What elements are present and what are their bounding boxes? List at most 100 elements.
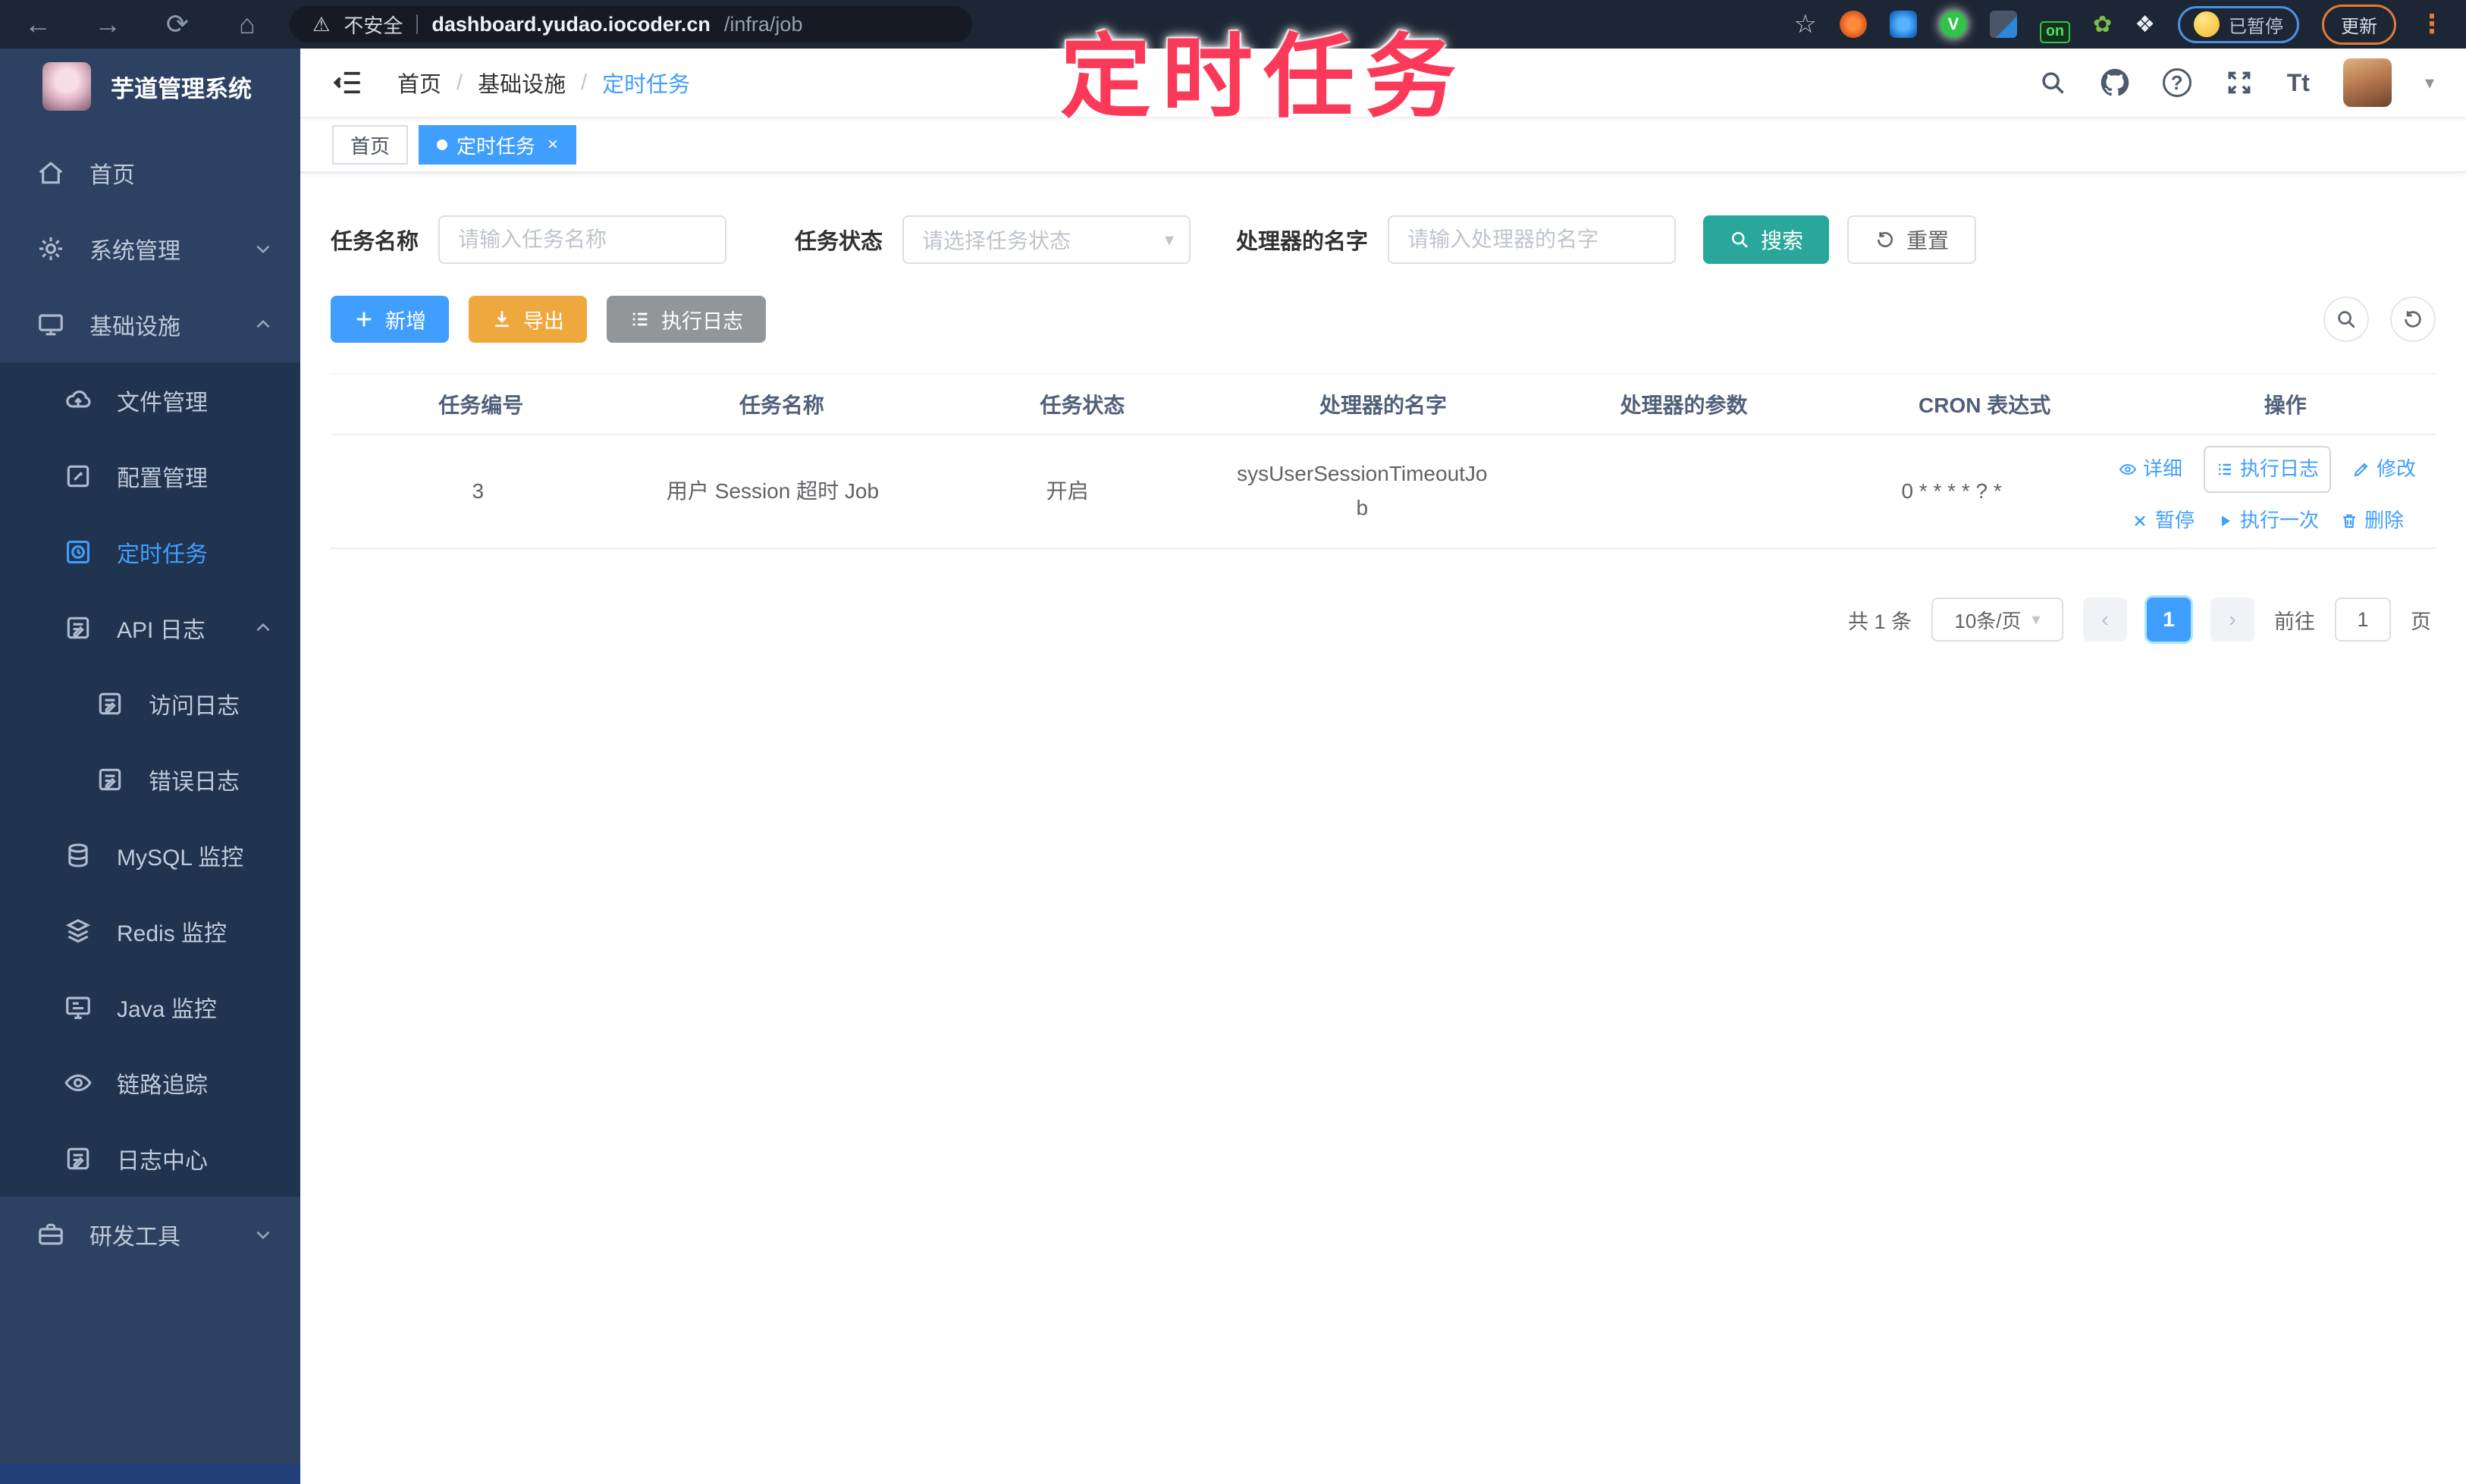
sidebar-item-redis[interactable]: Redis 监控 [0,893,300,969]
extension-grid-icon[interactable] [1989,11,2017,38]
paused-chip[interactable]: 已暂停 [2178,5,2299,43]
avatar-caret-down-icon[interactable]: ▾ [2425,72,2434,94]
search-icon[interactable] [2038,68,2067,97]
export-button[interactable]: 导出 [469,296,587,343]
github-icon[interactable] [2100,68,2129,97]
col-job-id: 任务编号 [438,394,524,417]
execution-log-button[interactable]: 执行日志 [607,296,766,343]
tag-home[interactable]: 首页 [332,125,409,165]
run-once-link[interactable]: 执行一次 [2216,505,2319,537]
browser-menu-kebab-icon[interactable]: ⋮ [2419,9,2445,39]
cell-handler-name: sysUserSessionTimeoutJob [1237,462,1488,519]
sidebar-item-java[interactable]: Java 监控 [0,969,300,1045]
toggle-search-button[interactable] [2323,296,2369,342]
sidebar-item-system[interactable]: 系统管理 [0,211,300,287]
active-tag-dot [437,140,448,150]
extension-orange-icon[interactable] [1839,11,1867,38]
log-edit-icon [64,1144,93,1173]
edit-link[interactable]: 修改 [2352,453,2416,485]
on-badge[interactable]: on [2039,20,2070,43]
cell-job-name: 用户 Session 超时 Job [666,478,880,503]
sidebar-item-error-log[interactable]: 错误日志 [0,742,300,817]
update-label: 更新 [2341,16,2377,37]
detail-link[interactable]: 详细 [2119,453,2182,485]
total-count: 共 1 条 [1847,610,1912,633]
browser-back-icon[interactable]: ← [21,8,55,40]
add-button[interactable]: 新增 [331,296,449,343]
job-name-input[interactable] [438,215,727,264]
log-edit-icon [96,765,124,794]
log-edit-icon [96,689,124,718]
search-button[interactable]: 搜索 [1703,215,1830,264]
tag-close-icon[interactable]: × [547,134,558,155]
extensions-puzzle-icon[interactable]: ❖ [2135,11,2155,38]
select-chevron-down-icon: ▾ [2031,610,2041,629]
browser-reload-icon[interactable]: ⟳ [161,8,194,40]
sidebar-item-dev-tools[interactable]: 研发工具 [0,1197,300,1272]
sidebar-item-access-log[interactable]: 访问日志 [0,666,300,742]
prev-page-button[interactable]: ‹ [2083,598,2127,642]
url-domain: dashboard.yudao.iocoder.cn [431,12,711,36]
log-edit-icon [64,613,93,642]
app-logo-row[interactable]: 芋道管理系统 [0,49,300,124]
handler-name-label: 处理器的名字 [1236,230,1369,254]
handler-name-input[interactable] [1388,215,1677,264]
cell-cron: 0 * * * * ? * [1901,478,2002,503]
breadcrumb-infra[interactable]: 基础设施 [478,67,566,99]
font-size-icon[interactable]: Tt [2287,69,2310,97]
sidebar-item-tracing[interactable]: 链路追踪 [0,1045,300,1121]
sidebar-item-config-mgmt[interactable]: 配置管理 [0,438,300,514]
job-status-select[interactable]: 请选择任务状态 ▾ [902,215,1191,264]
database-icon [64,841,93,870]
reset-button[interactable]: 重置 [1847,215,1977,264]
not-secure-warning-icon: ⚠ [312,12,331,36]
refresh-button[interactable] [2390,296,2436,342]
goto-page-input[interactable] [2335,598,2391,642]
col-job-name: 任务名称 [739,394,824,417]
sidebar-item-api-log[interactable]: API 日志 [0,590,300,666]
pause-link[interactable]: 暂停 [2131,505,2195,537]
page-size-select[interactable]: 10条/页 ▾ [1931,598,2063,642]
current-page-button[interactable]: 1 [2147,598,2191,642]
sidebar-fold-icon[interactable] [332,67,364,99]
extension-blue-icon[interactable] [1889,11,1917,38]
delete-link[interactable]: 删除 [2340,505,2404,537]
bookmark-star-icon[interactable]: ☆ [1793,9,1816,39]
sidebar-item-file-mgmt[interactable]: 文件管理 [0,362,300,438]
fullscreen-icon[interactable] [2225,68,2254,97]
help-icon[interactable]: ? [2162,68,2191,97]
job-status-label: 任务状态 [795,230,883,254]
browser-forward-icon[interactable]: → [91,8,124,40]
next-page-button[interactable]: › [2210,598,2254,642]
table-header-row: 任务编号 任务名称 任务状态 处理器的名字 处理器的参数 CRON 表达式 操作 [331,375,2436,435]
tag-scheduled-jobs[interactable]: 定时任务 × [419,125,577,165]
breadcrumb-home[interactable]: 首页 [397,67,441,99]
cell-handler-params [1510,481,1805,502]
sidebar-item-log-center[interactable]: 日志中心 [0,1121,300,1197]
tags-view-bar: 首页 定时任务 × [300,118,2466,173]
cloud-upload-icon [64,386,93,415]
table-toolbar: 新增 导出 执行日志 [331,296,2436,343]
sidebar-item-scheduled-jobs[interactable]: 定时任务 [0,514,300,590]
sidebar-item-infra[interactable]: 基础设施 [0,287,300,362]
home-icon [36,158,65,187]
page-header: 首页 / 基础设施 / 定时任务 ? Tt ▾ [300,49,2466,118]
sidebar-item-mysql[interactable]: MySQL 监控 [0,817,300,893]
update-button[interactable]: 更新 [2322,4,2396,45]
stack-icon [64,917,93,946]
browser-home-icon[interactable]: ⌂ [231,8,264,40]
breadcrumb-current: 定时任务 [602,73,691,97]
refresh-icon [1875,229,1896,250]
sidebar-item-home[interactable]: 首页 [0,135,300,211]
address-bar[interactable]: ⚠ 不安全 dashboard.yudao.iocoder.cn /infra/… [290,6,972,42]
user-avatar[interactable] [2342,58,2392,107]
jobs-table: 任务编号 任务名称 任务状态 处理器的名字 处理器的参数 CRON 表达式 操作… [331,373,2436,549]
extension-leaf-icon[interactable]: ✿ [2093,11,2112,38]
breadcrumb: 首页 / 基础设施 / 定时任务 [397,67,690,99]
extension-green-icon[interactable]: V [1939,11,1967,38]
url-path: /infra/job [723,12,803,36]
emoji-avatar-icon [2194,11,2220,37]
row-execution-log-link[interactable]: 执行日志 [2203,446,2331,493]
app-logo [42,62,91,111]
pagination: 共 1 条 10条/页 ▾ ‹ 1 › 前往 页 [331,598,2436,642]
